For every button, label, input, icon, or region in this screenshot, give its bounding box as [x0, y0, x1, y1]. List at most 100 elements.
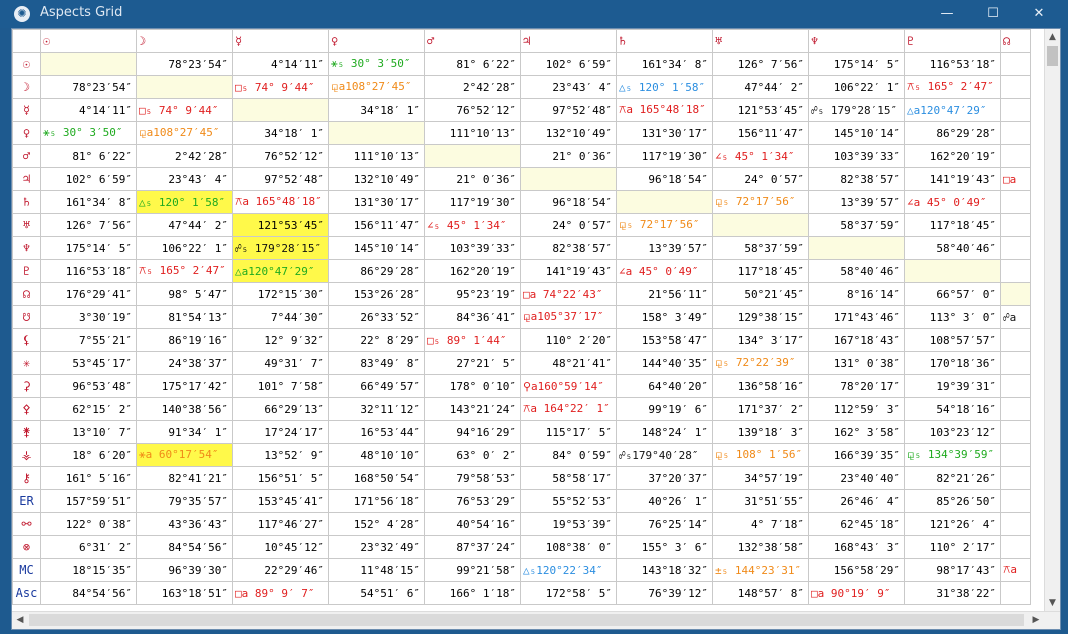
grid-cell[interactable]: 122° 0′38″ — [40, 512, 137, 536]
grid-cell[interactable]: 78°20′17″ — [808, 374, 905, 398]
grid-cell[interactable]: 11°48′15″ — [328, 558, 425, 582]
grid-cell[interactable] — [1000, 397, 1031, 421]
grid-cell[interactable]: ±₅ 144°23′31″ — [712, 558, 809, 582]
grid-cell[interactable]: 62°15′ 2″ — [40, 397, 137, 421]
grid-cell[interactable]: 134° 3′17″ — [712, 328, 809, 352]
grid-cell[interactable]: 47°44′ 2″ — [136, 213, 233, 237]
grid-cell[interactable]: 95°23′19″ — [424, 282, 521, 306]
grid-cell[interactable]: 31°38′22″ — [904, 581, 1001, 605]
grid-cell[interactable]: 178° 0′10″ — [424, 374, 521, 398]
grid-cell[interactable]: 102° 6′59″ — [40, 167, 137, 191]
grid-cell[interactable]: 143°21′24″ — [424, 397, 521, 421]
grid-cell[interactable]: 168°50′54″ — [328, 466, 425, 490]
scroll-right-arrow-icon[interactable]: ▶ — [1028, 612, 1044, 629]
aspects-grid[interactable]: ☉ ☽ ☿ ♀ ♂ ♃ ♄ ♅ ♆ ♇ ☊ ☉ 78°23′54″ 4°14′11″ ⚹₅ 30° 3′5… — [12, 29, 1045, 611]
grid-cell[interactable]: 23°40′40″ — [808, 466, 905, 490]
grid-cell[interactable]: 34°18′ 1″ — [232, 121, 329, 145]
grid-cell[interactable]: 156°58′29″ — [808, 558, 905, 582]
grid-cell[interactable] — [1000, 282, 1031, 306]
grid-cell[interactable]: 81°54′13″ — [136, 305, 233, 329]
grid-cell[interactable]: 78°23′54″ — [136, 52, 233, 76]
grid-cell[interactable]: 19°53′39″ — [520, 512, 617, 536]
grid-cell[interactable]: 18° 6′20″ — [40, 443, 137, 467]
grid-cell[interactable] — [40, 52, 137, 76]
grid-cell[interactable]: 166°39′35″ — [808, 443, 905, 467]
grid-cell[interactable]: ∠₅ 45° 1′34″ — [712, 144, 809, 168]
grid-cell[interactable]: 22°29′46″ — [232, 558, 329, 582]
grid-cell[interactable] — [1000, 75, 1031, 99]
grid-cell[interactable]: ⚻₅ 165° 2′47″ — [904, 75, 1001, 99]
grid-cell[interactable]: 13°52′ 9″ — [232, 443, 329, 467]
grid-cell[interactable]: ⚼₅ 72°17′56″ — [712, 190, 809, 214]
grid-cell[interactable]: 117°19′30″ — [424, 190, 521, 214]
grid-cell[interactable]: □₅ 89° 1′44″ — [424, 328, 521, 352]
grid-cell[interactable]: 50°21′45″ — [712, 282, 809, 306]
grid-cell[interactable]: 58°40′46″ — [904, 236, 1001, 260]
grid-cell[interactable]: 121°53′45″ — [712, 98, 809, 122]
grid-cell[interactable]: 81° 6′22″ — [40, 144, 137, 168]
grid-cell[interactable]: 111°10′13″ — [328, 144, 425, 168]
grid-cell[interactable]: □a 74°22′43″ — [520, 282, 617, 306]
grid-cell[interactable] — [1000, 236, 1031, 260]
grid-cell[interactable]: 76°52′12″ — [232, 144, 329, 168]
grid-cell[interactable]: 161°34′ 8″ — [40, 190, 137, 214]
grid-cell[interactable]: 121°26′ 4″ — [904, 512, 1001, 536]
grid-cell[interactable] — [616, 190, 713, 214]
grid-cell[interactable]: ⚼₅ 72°17′56″ — [616, 213, 713, 237]
grid-cell[interactable]: 171°43′46″ — [808, 305, 905, 329]
grid-cell[interactable]: 7°44′30″ — [232, 305, 329, 329]
grid-cell[interactable]: 126° 7′56″ — [712, 52, 809, 76]
grid-cell[interactable]: 162°20′19″ — [904, 144, 1001, 168]
grid-cell[interactable]: 106°22′ 1″ — [136, 236, 233, 260]
grid-cell[interactable]: 26°33′52″ — [328, 305, 425, 329]
grid-cell[interactable]: 153°58′47″ — [616, 328, 713, 352]
grid-cell[interactable]: 103°39′33″ — [424, 236, 521, 260]
grid-cell[interactable] — [136, 75, 233, 99]
grid-cell[interactable]: 4°14′11″ — [232, 52, 329, 76]
grid-cell[interactable]: △₅ 120° 1′58″ — [616, 75, 713, 99]
grid-cell[interactable]: ⚼₅ 72°22′39″ — [712, 351, 809, 375]
grid-cell[interactable]: 3°30′19″ — [40, 305, 137, 329]
grid-cell[interactable]: 8°16′14″ — [808, 282, 905, 306]
grid-cell[interactable]: 156°11′47″ — [712, 121, 809, 145]
grid-cell[interactable]: △₅120°22′34″ — [520, 558, 617, 582]
grid-cell[interactable]: 86°19′16″ — [136, 328, 233, 352]
grid-cell[interactable]: 111°10′13″ — [424, 121, 521, 145]
grid-cell[interactable] — [1000, 190, 1031, 214]
grid-cell[interactable]: ∠₅ 45° 1′34″ — [424, 213, 521, 237]
grid-cell[interactable]: 141°19′43″ — [520, 259, 617, 283]
grid-cell[interactable]: 145°10′14″ — [808, 121, 905, 145]
grid-cell[interactable] — [712, 213, 809, 237]
grid-cell[interactable]: 94°16′29″ — [424, 420, 521, 444]
vertical-scrollbar[interactable]: ▲ ▼ — [1044, 29, 1060, 611]
grid-cell[interactable]: 10°45′12″ — [232, 535, 329, 559]
grid-cell[interactable]: 117°46′27″ — [232, 512, 329, 536]
grid-cell[interactable]: 82°41′21″ — [136, 466, 233, 490]
grid-cell[interactable]: 171°56′18″ — [328, 489, 425, 513]
grid-cell[interactable]: 79°35′57″ — [136, 489, 233, 513]
grid-cell[interactable]: 76°39′12″ — [616, 581, 713, 605]
grid-cell[interactable]: 17°24′17″ — [232, 420, 329, 444]
grid-cell[interactable] — [1000, 121, 1031, 145]
grid-cell[interactable]: 129°38′15″ — [712, 305, 809, 329]
horizontal-scroll-thumb[interactable] — [29, 614, 1024, 626]
grid-cell[interactable]: 21° 0′36″ — [520, 144, 617, 168]
grid-cell[interactable]: 55°52′53″ — [520, 489, 617, 513]
grid-cell[interactable]: 34°57′19″ — [712, 466, 809, 490]
grid-cell[interactable]: 47°44′ 2″ — [712, 75, 809, 99]
grid-cell[interactable] — [232, 98, 329, 122]
grid-cell[interactable]: 99°21′58″ — [424, 558, 521, 582]
grid-cell[interactable]: 87°37′24″ — [424, 535, 521, 559]
grid-cell[interactable]: 6°31′ 2″ — [40, 535, 137, 559]
vertical-scroll-thumb[interactable] — [1047, 46, 1058, 66]
grid-cell[interactable]: 32°11′12″ — [328, 397, 425, 421]
title-bar[interactable]: ✺ Aspects Grid — ☐ ✕ — [0, 0, 1068, 28]
grid-cell[interactable] — [1000, 489, 1031, 513]
grid-cell[interactable]: 54°18′16″ — [904, 397, 1001, 421]
grid-cell[interactable]: 121°53′45″ — [232, 213, 329, 237]
grid-cell[interactable]: 117°18′45″ — [712, 259, 809, 283]
grid-cell[interactable]: 157°59′51″ — [40, 489, 137, 513]
grid-cell[interactable]: ⚻a 165°48′18″ — [616, 98, 713, 122]
grid-cell[interactable]: 96°18′54″ — [520, 190, 617, 214]
grid-cell[interactable]: ☍₅ 179°28′15″ — [808, 98, 905, 122]
